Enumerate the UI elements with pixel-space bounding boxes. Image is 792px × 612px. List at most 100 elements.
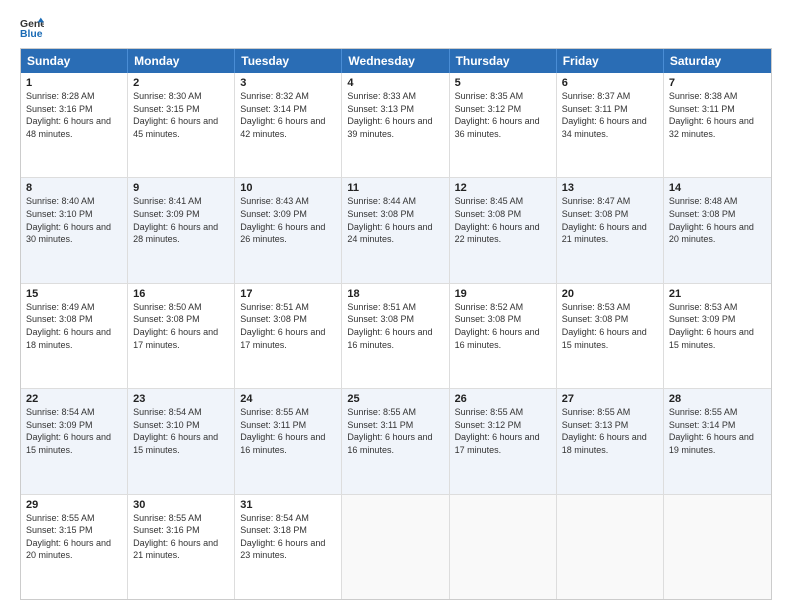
day-number: 20 bbox=[562, 288, 658, 300]
calendar-cell: 21 Sunrise: 8:53 AMSunset: 3:09 PMDaylig… bbox=[664, 284, 771, 388]
calendar-row: 15 Sunrise: 8:49 AMSunset: 3:08 PMDaylig… bbox=[21, 284, 771, 389]
day-info: Sunrise: 8:33 AMSunset: 3:13 PMDaylight:… bbox=[347, 90, 443, 140]
day-info: Sunrise: 8:55 AMSunset: 3:16 PMDaylight:… bbox=[133, 512, 229, 562]
calendar-cell: 10 Sunrise: 8:43 AMSunset: 3:09 PMDaylig… bbox=[235, 178, 342, 282]
calendar-cell: 20 Sunrise: 8:53 AMSunset: 3:08 PMDaylig… bbox=[557, 284, 664, 388]
day-info: Sunrise: 8:43 AMSunset: 3:09 PMDaylight:… bbox=[240, 195, 336, 245]
day-info: Sunrise: 8:35 AMSunset: 3:12 PMDaylight:… bbox=[455, 90, 551, 140]
day-number: 31 bbox=[240, 499, 336, 511]
calendar-cell: 4 Sunrise: 8:33 AMSunset: 3:13 PMDayligh… bbox=[342, 73, 449, 177]
day-info: Sunrise: 8:40 AMSunset: 3:10 PMDaylight:… bbox=[26, 195, 122, 245]
calendar-cell: 26 Sunrise: 8:55 AMSunset: 3:12 PMDaylig… bbox=[450, 389, 557, 493]
day-number: 22 bbox=[26, 393, 122, 405]
day-info: Sunrise: 8:37 AMSunset: 3:11 PMDaylight:… bbox=[562, 90, 658, 140]
calendar-row: 22 Sunrise: 8:54 AMSunset: 3:09 PMDaylig… bbox=[21, 389, 771, 494]
header-day: Friday bbox=[557, 49, 664, 73]
calendar-cell: 30 Sunrise: 8:55 AMSunset: 3:16 PMDaylig… bbox=[128, 495, 235, 599]
day-number: 11 bbox=[347, 182, 443, 194]
day-info: Sunrise: 8:41 AMSunset: 3:09 PMDaylight:… bbox=[133, 195, 229, 245]
header-day: Thursday bbox=[450, 49, 557, 73]
calendar-row: 8 Sunrise: 8:40 AMSunset: 3:10 PMDayligh… bbox=[21, 178, 771, 283]
calendar-cell: 6 Sunrise: 8:37 AMSunset: 3:11 PMDayligh… bbox=[557, 73, 664, 177]
calendar-cell: 13 Sunrise: 8:47 AMSunset: 3:08 PMDaylig… bbox=[557, 178, 664, 282]
day-info: Sunrise: 8:53 AMSunset: 3:08 PMDaylight:… bbox=[562, 301, 658, 351]
day-number: 15 bbox=[26, 288, 122, 300]
day-number: 17 bbox=[240, 288, 336, 300]
calendar-cell: 22 Sunrise: 8:54 AMSunset: 3:09 PMDaylig… bbox=[21, 389, 128, 493]
calendar-cell: 1 Sunrise: 8:28 AMSunset: 3:16 PMDayligh… bbox=[21, 73, 128, 177]
day-info: Sunrise: 8:47 AMSunset: 3:08 PMDaylight:… bbox=[562, 195, 658, 245]
day-info: Sunrise: 8:38 AMSunset: 3:11 PMDaylight:… bbox=[669, 90, 766, 140]
day-info: Sunrise: 8:55 AMSunset: 3:15 PMDaylight:… bbox=[26, 512, 122, 562]
calendar-cell: 14 Sunrise: 8:48 AMSunset: 3:08 PMDaylig… bbox=[664, 178, 771, 282]
day-number: 13 bbox=[562, 182, 658, 194]
day-info: Sunrise: 8:55 AMSunset: 3:11 PMDaylight:… bbox=[240, 406, 336, 456]
day-number: 1 bbox=[26, 77, 122, 89]
day-number: 2 bbox=[133, 77, 229, 89]
calendar-cell: 24 Sunrise: 8:55 AMSunset: 3:11 PMDaylig… bbox=[235, 389, 342, 493]
day-info: Sunrise: 8:54 AMSunset: 3:09 PMDaylight:… bbox=[26, 406, 122, 456]
calendar-cell: 5 Sunrise: 8:35 AMSunset: 3:12 PMDayligh… bbox=[450, 73, 557, 177]
day-info: Sunrise: 8:51 AMSunset: 3:08 PMDaylight:… bbox=[240, 301, 336, 351]
day-number: 26 bbox=[455, 393, 551, 405]
day-info: Sunrise: 8:55 AMSunset: 3:14 PMDaylight:… bbox=[669, 406, 766, 456]
calendar-cell: 16 Sunrise: 8:50 AMSunset: 3:08 PMDaylig… bbox=[128, 284, 235, 388]
calendar-cell bbox=[450, 495, 557, 599]
day-number: 7 bbox=[669, 77, 766, 89]
logo-icon: General Blue bbox=[20, 16, 44, 40]
day-number: 3 bbox=[240, 77, 336, 89]
header-day: Monday bbox=[128, 49, 235, 73]
day-info: Sunrise: 8:49 AMSunset: 3:08 PMDaylight:… bbox=[26, 301, 122, 351]
calendar-cell: 31 Sunrise: 8:54 AMSunset: 3:18 PMDaylig… bbox=[235, 495, 342, 599]
calendar-cell: 9 Sunrise: 8:41 AMSunset: 3:09 PMDayligh… bbox=[128, 178, 235, 282]
calendar-cell bbox=[557, 495, 664, 599]
calendar-cell: 11 Sunrise: 8:44 AMSunset: 3:08 PMDaylig… bbox=[342, 178, 449, 282]
day-info: Sunrise: 8:50 AMSunset: 3:08 PMDaylight:… bbox=[133, 301, 229, 351]
day-number: 14 bbox=[669, 182, 766, 194]
calendar-cell: 25 Sunrise: 8:55 AMSunset: 3:11 PMDaylig… bbox=[342, 389, 449, 493]
calendar-cell: 27 Sunrise: 8:55 AMSunset: 3:13 PMDaylig… bbox=[557, 389, 664, 493]
day-info: Sunrise: 8:48 AMSunset: 3:08 PMDaylight:… bbox=[669, 195, 766, 245]
calendar-cell: 28 Sunrise: 8:55 AMSunset: 3:14 PMDaylig… bbox=[664, 389, 771, 493]
day-info: Sunrise: 8:53 AMSunset: 3:09 PMDaylight:… bbox=[669, 301, 766, 351]
calendar-cell: 7 Sunrise: 8:38 AMSunset: 3:11 PMDayligh… bbox=[664, 73, 771, 177]
day-info: Sunrise: 8:44 AMSunset: 3:08 PMDaylight:… bbox=[347, 195, 443, 245]
calendar-cell: 17 Sunrise: 8:51 AMSunset: 3:08 PMDaylig… bbox=[235, 284, 342, 388]
day-number: 18 bbox=[347, 288, 443, 300]
day-number: 5 bbox=[455, 77, 551, 89]
day-info: Sunrise: 8:54 AMSunset: 3:10 PMDaylight:… bbox=[133, 406, 229, 456]
day-info: Sunrise: 8:52 AMSunset: 3:08 PMDaylight:… bbox=[455, 301, 551, 351]
day-info: Sunrise: 8:30 AMSunset: 3:15 PMDaylight:… bbox=[133, 90, 229, 140]
calendar-header: SundayMondayTuesdayWednesdayThursdayFrid… bbox=[21, 49, 771, 73]
calendar-row: 29 Sunrise: 8:55 AMSunset: 3:15 PMDaylig… bbox=[21, 495, 771, 599]
day-number: 19 bbox=[455, 288, 551, 300]
logo: General Blue bbox=[20, 16, 48, 40]
day-number: 23 bbox=[133, 393, 229, 405]
day-number: 8 bbox=[26, 182, 122, 194]
page: General Blue SundayMondayTuesdayWednesda… bbox=[0, 0, 792, 612]
day-number: 4 bbox=[347, 77, 443, 89]
day-number: 30 bbox=[133, 499, 229, 511]
header: General Blue bbox=[20, 16, 772, 40]
calendar-cell: 23 Sunrise: 8:54 AMSunset: 3:10 PMDaylig… bbox=[128, 389, 235, 493]
day-number: 12 bbox=[455, 182, 551, 194]
calendar-cell: 2 Sunrise: 8:30 AMSunset: 3:15 PMDayligh… bbox=[128, 73, 235, 177]
calendar: SundayMondayTuesdayWednesdayThursdayFrid… bbox=[20, 48, 772, 600]
day-info: Sunrise: 8:28 AMSunset: 3:16 PMDaylight:… bbox=[26, 90, 122, 140]
day-info: Sunrise: 8:55 AMSunset: 3:13 PMDaylight:… bbox=[562, 406, 658, 456]
calendar-cell: 8 Sunrise: 8:40 AMSunset: 3:10 PMDayligh… bbox=[21, 178, 128, 282]
day-info: Sunrise: 8:55 AMSunset: 3:11 PMDaylight:… bbox=[347, 406, 443, 456]
day-number: 27 bbox=[562, 393, 658, 405]
day-info: Sunrise: 8:54 AMSunset: 3:18 PMDaylight:… bbox=[240, 512, 336, 562]
day-number: 24 bbox=[240, 393, 336, 405]
header-day: Wednesday bbox=[342, 49, 449, 73]
calendar-row: 1 Sunrise: 8:28 AMSunset: 3:16 PMDayligh… bbox=[21, 73, 771, 178]
calendar-cell: 15 Sunrise: 8:49 AMSunset: 3:08 PMDaylig… bbox=[21, 284, 128, 388]
svg-text:Blue: Blue bbox=[20, 29, 43, 40]
day-number: 6 bbox=[562, 77, 658, 89]
calendar-cell: 12 Sunrise: 8:45 AMSunset: 3:08 PMDaylig… bbox=[450, 178, 557, 282]
day-number: 25 bbox=[347, 393, 443, 405]
header-day: Saturday bbox=[664, 49, 771, 73]
day-number: 28 bbox=[669, 393, 766, 405]
header-day: Tuesday bbox=[235, 49, 342, 73]
